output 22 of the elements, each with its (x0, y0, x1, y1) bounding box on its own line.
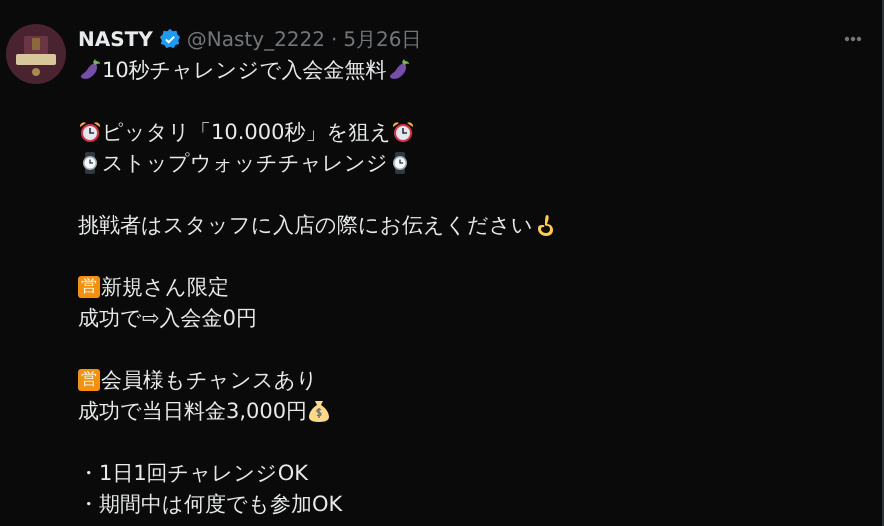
money-bag-icon (307, 398, 332, 422)
alarm-clock-icon (391, 120, 416, 144)
tweet-text: ・期間中は何度でも参加OK (78, 490, 342, 518)
tweet-text: ストップウォッチチャレンジ (102, 150, 388, 176)
author-handle[interactable]: @Nasty_2222 (186, 27, 325, 51)
more-icon[interactable] (844, 36, 862, 42)
avatar[interactable] (6, 24, 66, 84)
eggplant-icon (78, 58, 102, 82)
post-date[interactable]: 5月26日 (343, 26, 422, 52)
tweet-text: ・1日1回チャレンジOK (78, 460, 308, 486)
open-for-business-icon: 営 (78, 368, 100, 390)
alarm-clock-icon (78, 120, 102, 144)
open-for-business-icon: 営 (78, 276, 100, 298)
tweet-text: ピッタリ「10.000秒」を狙え (102, 118, 392, 146)
author-name[interactable]: NASTY (78, 27, 153, 51)
tweet-text: 会員様もチャンスあり (101, 366, 318, 394)
tweet-text: 成功で当日料金3,000円 (78, 398, 308, 424)
tweet-text: 新規さん限定 (101, 274, 229, 300)
tweet-text: 挑戦者はスタッフに入店の際にお伝えください (78, 212, 533, 238)
tweet-text: 10秒チャレンジで入会金無料 (102, 56, 387, 84)
tweet-text: 成功で⇨入会金0円 (78, 304, 257, 332)
separator: · (330, 27, 338, 51)
